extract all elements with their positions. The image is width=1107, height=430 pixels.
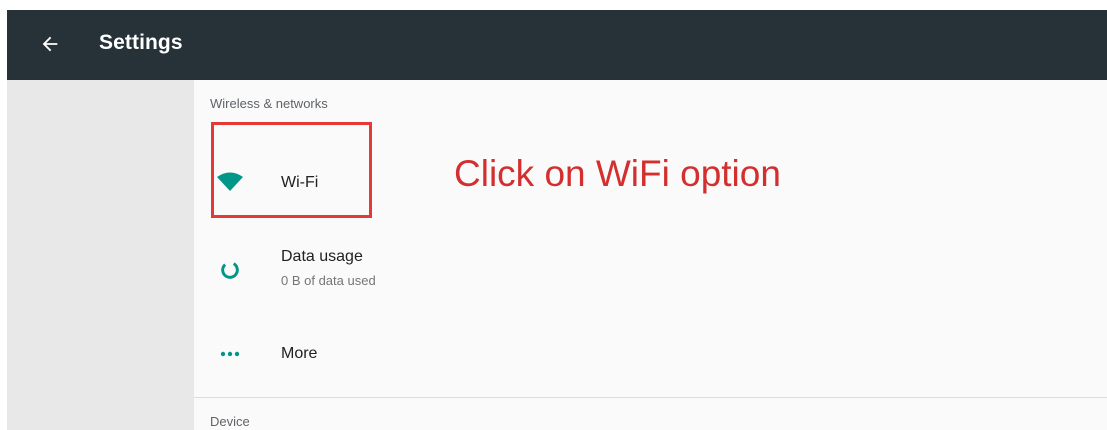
data-usage-label: Data usage xyxy=(281,248,363,265)
more-label: More xyxy=(281,345,318,362)
settings-screen: Settings Wireless & networks Wi-Fi Data … xyxy=(0,0,1107,430)
settings-item-more[interactable]: More xyxy=(194,330,1107,380)
arrow-back-icon xyxy=(42,36,58,52)
settings-item-wifi[interactable]: Wi-Fi xyxy=(194,142,1107,222)
app-bar: Settings xyxy=(7,10,1107,80)
back-button[interactable] xyxy=(33,27,67,61)
data-usage-icon xyxy=(214,254,246,286)
section-header-device: Device xyxy=(210,414,250,429)
side-pane xyxy=(7,80,194,430)
more-horiz-icon xyxy=(214,338,246,370)
settings-item-data-usage[interactable]: Data usage 0 B of data used xyxy=(194,230,1107,310)
section-divider xyxy=(194,397,1107,398)
wifi-icon xyxy=(214,166,246,198)
page-title: Settings xyxy=(99,31,183,54)
settings-list: Wireless & networks Wi-Fi Data usage 0 B… xyxy=(194,80,1107,430)
data-usage-summary: 0 B of data used xyxy=(281,273,376,288)
wifi-label: Wi-Fi xyxy=(281,174,319,191)
section-header-wireless: Wireless & networks xyxy=(210,96,328,111)
